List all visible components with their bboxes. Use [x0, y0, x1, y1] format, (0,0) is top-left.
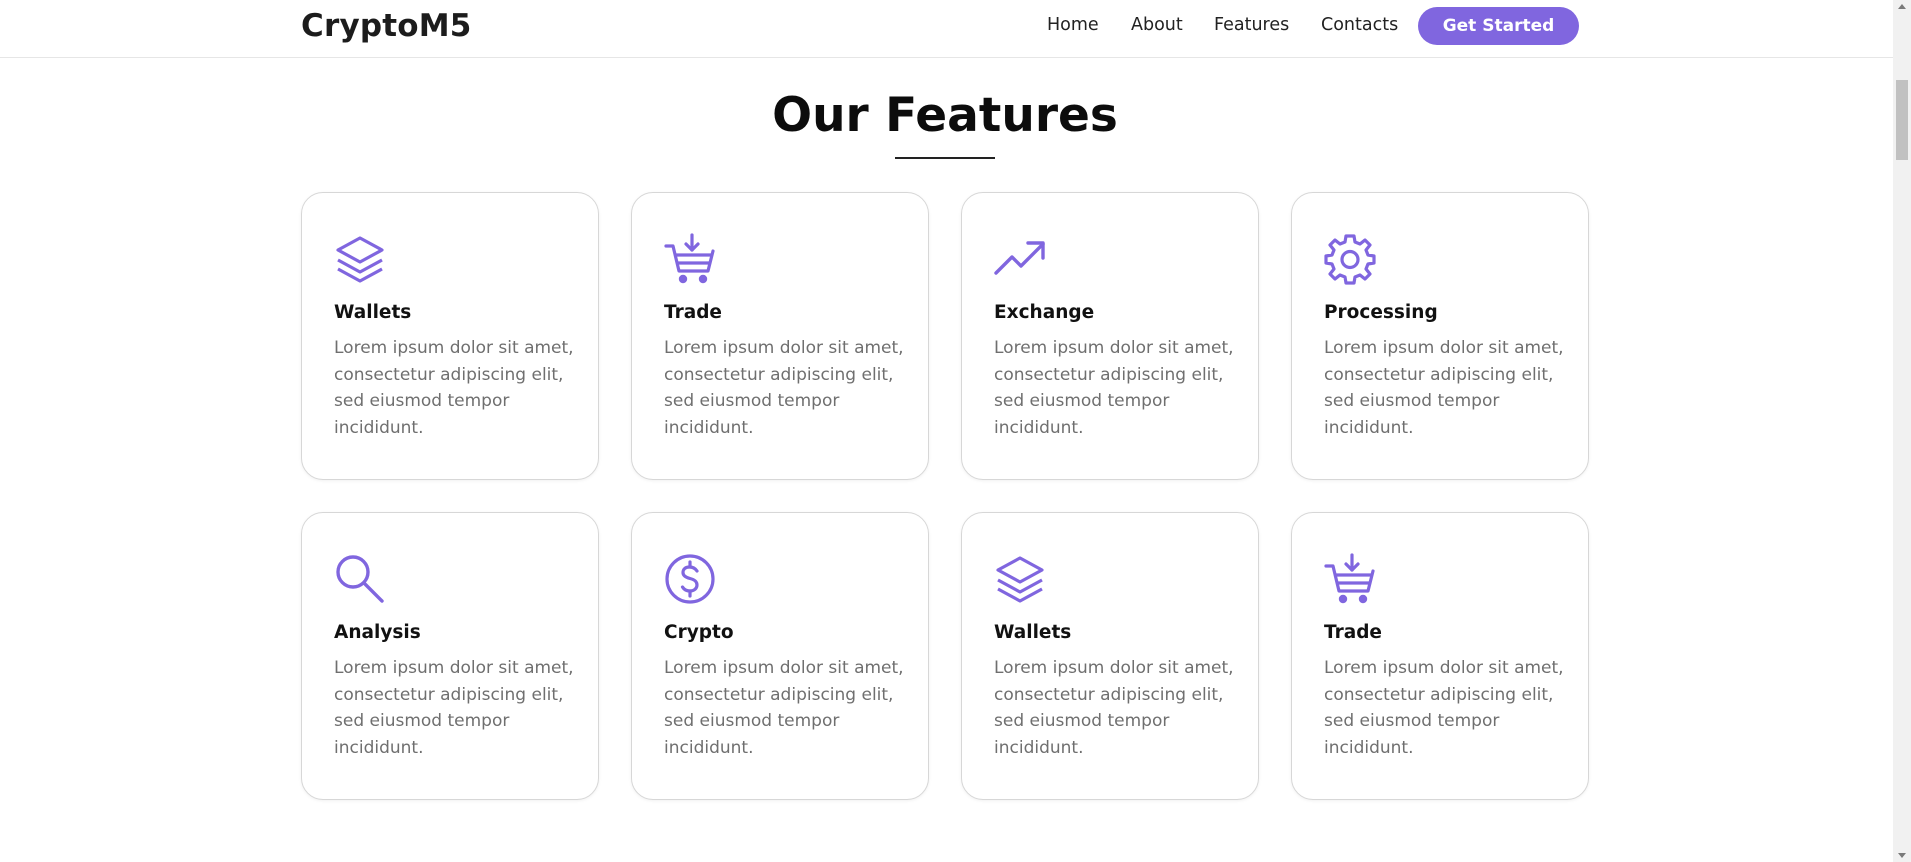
feature-card-analysis: Analysis Lorem ipsum dolor sit amet, con…: [301, 512, 599, 800]
scroll-down-icon[interactable]: [1898, 853, 1906, 858]
card-description: Lorem ipsum dolor sit amet, consectetur …: [994, 338, 1234, 438]
gear-icon: [1324, 233, 1376, 285]
scroll-up-icon[interactable]: [1898, 4, 1906, 9]
navbar: CryptoM5 Home About Features Contacts Ge…: [0, 0, 1893, 58]
card-title: Analysis: [334, 622, 421, 643]
get-started-button[interactable]: Get Started: [1418, 7, 1579, 45]
feature-card-trade: Trade Lorem ipsum dolor sit amet, consec…: [631, 192, 929, 480]
feature-card-processing: Processing Lorem ipsum dolor sit amet, c…: [1291, 192, 1589, 480]
section-title: Our Features: [772, 88, 1118, 143]
card-title: Wallets: [994, 622, 1072, 643]
card-title: Trade: [1324, 622, 1382, 643]
card-title: Trade: [664, 302, 722, 323]
feature-card-wallets: Wallets Lorem ipsum dolor sit amet, cons…: [301, 192, 599, 480]
card-description: Lorem ipsum dolor sit amet, consectetur …: [664, 338, 904, 438]
title-underline: [895, 157, 995, 159]
nav-link-about[interactable]: About: [1131, 15, 1183, 35]
cart-download-icon: [1324, 553, 1376, 605]
search-icon: [334, 553, 386, 605]
nav-link-features[interactable]: Features: [1214, 15, 1289, 35]
card-description: Lorem ipsum dolor sit amet, consectetur …: [1324, 658, 1564, 758]
feature-card-trade: Trade Lorem ipsum dolor sit amet, consec…: [1291, 512, 1589, 800]
card-description: Lorem ipsum dolor sit amet, consectetur …: [334, 658, 574, 758]
feature-card-wallets: Wallets Lorem ipsum dolor sit amet, cons…: [961, 512, 1259, 800]
card-title: Crypto: [664, 622, 734, 643]
card-title: Exchange: [994, 302, 1095, 323]
layers-icon: [334, 233, 386, 285]
feature-card-crypto: Crypto Lorem ipsum dolor sit amet, conse…: [631, 512, 929, 800]
card-description: Lorem ipsum dolor sit amet, consectetur …: [994, 658, 1234, 758]
cart-download-icon: [664, 233, 716, 285]
nav-link-home[interactable]: Home: [1047, 15, 1099, 35]
dollar-coin-icon: [664, 553, 716, 605]
scrollbar-thumb[interactable]: [1896, 80, 1908, 160]
feature-card-exchange: Exchange Lorem ipsum dolor sit amet, con…: [961, 192, 1259, 480]
trending-up-icon: [994, 233, 1046, 285]
card-description: Lorem ipsum dolor sit amet, consectetur …: [334, 338, 574, 438]
nav-links: Home About Features Contacts: [0, 0, 1893, 52]
card-description: Lorem ipsum dolor sit amet, consectetur …: [664, 658, 904, 758]
layers-icon: [994, 553, 1046, 605]
page-scrollbar[interactable]: [1893, 0, 1911, 862]
nav-link-contacts[interactable]: Contacts: [1321, 15, 1398, 35]
card-description: Lorem ipsum dolor sit amet, consectetur …: [1324, 338, 1564, 438]
card-title: Wallets: [334, 302, 412, 323]
card-title: Processing: [1324, 302, 1438, 323]
